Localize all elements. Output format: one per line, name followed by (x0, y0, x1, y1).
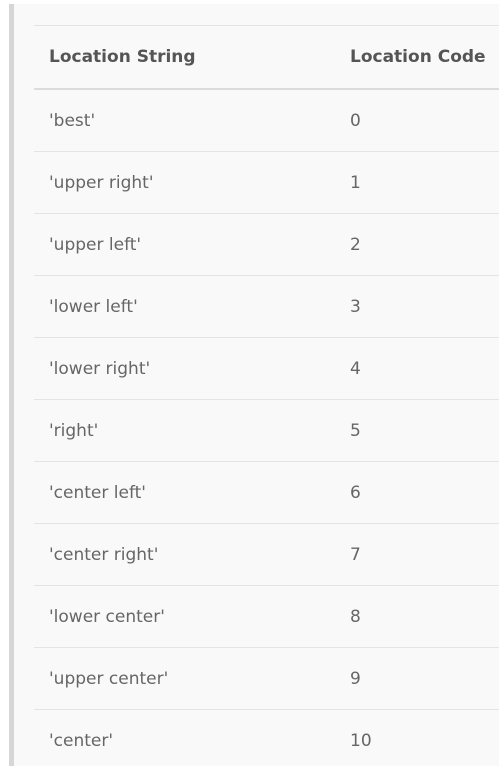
location-code-cell: 10 (350, 730, 372, 751)
table-row: 'lower left' 3 (34, 275, 499, 338)
location-code-cell: 4 (335, 337, 499, 400)
location-string-cell: 'center right' (34, 523, 335, 586)
table-row: 'lower center' 8 (34, 585, 499, 648)
location-string-cell: 'upper center' (34, 647, 335, 710)
location-code-cell: 1 (335, 151, 499, 214)
header-location-code: Location Code (335, 25, 499, 90)
location-string-cell: 'upper right' (34, 151, 335, 214)
table-row: 'best' 0 (34, 89, 499, 152)
content-panel: Location String Location Code 'best' 0 '… (14, 4, 499, 766)
location-code-cell: 5 (335, 399, 499, 462)
location-code-cell: 3 (335, 275, 499, 338)
legend-location-table: Location String Location Code 'best' 0 '… (34, 25, 499, 766)
location-string-cell: 'right' (34, 399, 335, 462)
location-code-cell: 0 (335, 89, 499, 152)
location-string-cell: 'lower left' (34, 275, 335, 338)
location-string-cell: 'best' (34, 89, 335, 152)
location-string-cell: 'lower right' (34, 337, 335, 400)
table-row: 'upper center' 9 (34, 647, 499, 710)
location-code-cell: 2 (335, 213, 499, 276)
location-string-cell: 'upper left' (34, 213, 335, 276)
table-row: 'upper right' 1 (34, 151, 499, 214)
location-code-cell: 7 (335, 523, 499, 586)
location-string-cell: 'center' (49, 730, 114, 751)
header-location-string: Location String (34, 25, 335, 90)
table-row: 'center left' 6 (34, 461, 499, 524)
table-row: 'center right' 7 (34, 523, 499, 586)
location-string-cell: 'center left' (34, 461, 335, 524)
table-header-row: Location String Location Code (34, 25, 499, 90)
location-string-cell: 'lower center' (34, 585, 335, 648)
table-row: 'lower right' 4 (34, 337, 499, 400)
location-code-cell: 9 (335, 647, 499, 710)
page: Location String Location Code 'best' 0 '… (0, 0, 499, 766)
table-row: 'right' 5 (34, 399, 499, 462)
location-code-cell: 8 (335, 585, 499, 648)
table-row: 'upper left' 2 (34, 213, 499, 276)
location-code-cell: 6 (335, 461, 499, 524)
table-row: 'center' 10 (34, 710, 499, 766)
